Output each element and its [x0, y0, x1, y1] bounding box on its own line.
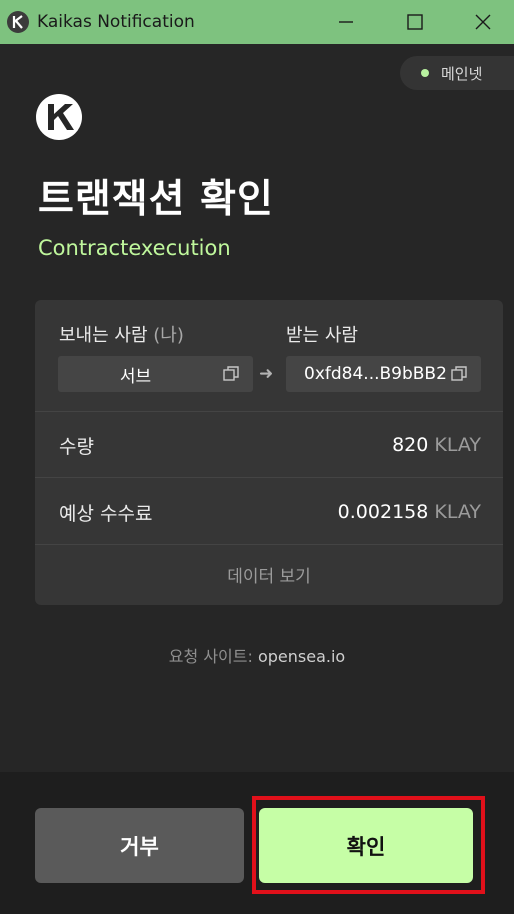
close-button[interactable]	[458, 0, 508, 44]
divider	[35, 411, 503, 412]
view-data-button[interactable]: 데이터 보기	[35, 544, 503, 605]
to-account: 0xfd84...B9bBB2	[286, 356, 481, 392]
from-account-name: 서브	[119, 366, 152, 387]
request-site: 요청 사이트: opensea.io	[0, 643, 514, 667]
network-status-icon	[421, 69, 429, 77]
page-title: 트랜잭션 확인	[38, 177, 274, 222]
fee-value: 0.002158 KLAY	[337, 501, 481, 523]
request-site-label: 요청 사이트:	[168, 647, 253, 666]
to-account-address: 0xfd84...B9bBB2	[304, 364, 447, 384]
from-account: 서브	[58, 356, 253, 392]
network-badge[interactable]: 메인넷	[400, 56, 514, 90]
minimize-button[interactable]	[321, 0, 371, 44]
copy-icon[interactable]	[451, 366, 467, 382]
title-bar: Kaikas Notification	[0, 0, 514, 44]
amount-value: 820 KLAY	[392, 434, 481, 456]
copy-icon[interactable]	[223, 366, 239, 382]
from-label: 보내는 사람 (나)	[59, 325, 184, 346]
transaction-type: Contractexecution	[38, 236, 231, 260]
maximize-button[interactable]	[390, 0, 440, 44]
arrow-right-icon: ➜	[259, 364, 274, 384]
kaikas-logo-icon	[7, 11, 29, 33]
kaikas-logo	[36, 94, 82, 140]
divider	[35, 477, 503, 478]
transaction-details-card: 보내는 사람 (나) 받는 사람 서브 ➜ 0xfd84...B9bBB2 수량…	[35, 300, 503, 605]
network-label: 메인넷	[441, 64, 483, 83]
request-site-host: opensea.io	[257, 647, 346, 666]
to-label: 받는 사람	[286, 325, 358, 346]
window-title: Kaikas Notification	[37, 12, 195, 32]
reject-button[interactable]: 거부	[35, 808, 244, 883]
confirm-button[interactable]: 확인	[259, 808, 473, 883]
amount-label: 수량	[59, 436, 94, 458]
fee-label: 예상 수수료	[59, 503, 153, 525]
